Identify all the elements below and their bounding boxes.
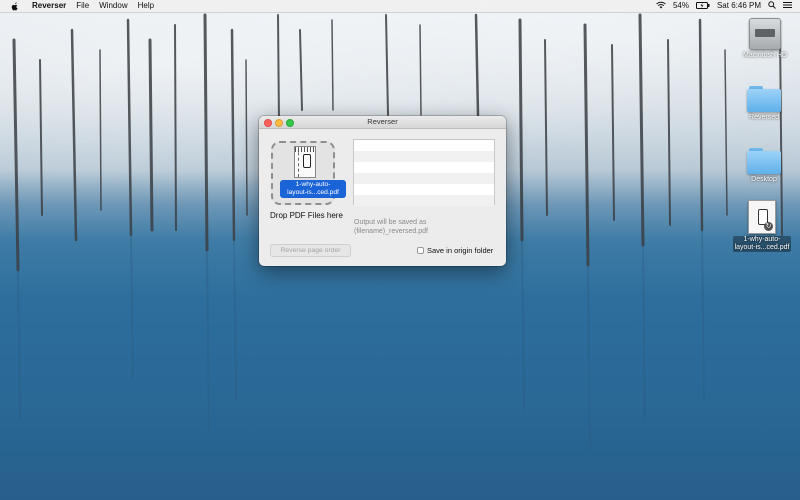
apple-logo-icon[interactable] — [10, 1, 20, 11]
save-in-origin-checkbox[interactable] — [417, 247, 424, 254]
search-icon[interactable] — [768, 1, 776, 11]
folder-icon — [747, 148, 781, 174]
save-in-origin-option[interactable]: Save in origin folder — [417, 246, 493, 255]
pdf-document-icon — [294, 146, 316, 178]
hard-drive-icon — [749, 18, 781, 50]
desktop-icon-macintosh-hd[interactable]: Macintosh HD — [740, 18, 790, 60]
output-note-line1: Output will be saved as — [354, 219, 427, 226]
battery-charging-icon[interactable] — [695, 1, 710, 11]
list-icon[interactable] — [783, 1, 792, 11]
drop-caption: Drop PDF Files here — [270, 211, 343, 220]
list-row[interactable] — [354, 151, 494, 162]
reverser-window: Reverser 1-why-auto- layout-is...ced.pdf… — [259, 116, 506, 266]
window-titlebar[interactable]: Reverser — [259, 116, 506, 129]
output-note-line2: (filename)_reversed.pdf — [354, 228, 428, 235]
output-note: Output will be saved as (filename)_rever… — [354, 218, 428, 236]
desktop-icon-desktop-folder[interactable]: Desktop — [744, 148, 784, 184]
list-row[interactable] — [354, 195, 494, 206]
pdf-dropzone[interactable]: 1-why-auto- layout-is...ced.pdf — [271, 141, 346, 205]
menu-status-area: 54% Sat 6:46 PM — [656, 0, 792, 12]
save-in-origin-label: Save in origin folder — [427, 246, 494, 255]
menu-help[interactable]: Help — [138, 0, 154, 12]
window-title: Reverser — [367, 117, 398, 126]
pdf-file-icon: ↻ — [748, 200, 776, 234]
desktop-icon-label: 1-why-auto- layout-is...ced.pdf — [732, 236, 792, 252]
menu-bar: Reverser File Window Help 54% Sat 6:46 P… — [0, 0, 800, 13]
clock[interactable]: Sat 6:46 PM — [717, 0, 761, 12]
menu-file[interactable]: File — [76, 0, 89, 12]
battery-percent[interactable]: 54% — [673, 0, 689, 12]
desktop-icon-label: Desktop — [751, 176, 777, 183]
reverse-page-order-button[interactable]: Reverse page order — [270, 244, 351, 257]
dropped-file-label: 1-why-auto- layout-is...ced.pdf — [280, 180, 346, 198]
menu-app-name[interactable]: Reverser — [32, 0, 66, 12]
menu-window[interactable]: Window — [99, 0, 127, 12]
desktop-icon-label: Macintosh HD — [743, 52, 787, 59]
desktop-icon-pdf-file[interactable]: ↻ 1-why-auto- layout-is...ced.pdf — [728, 200, 796, 252]
wifi-icon[interactable] — [656, 1, 666, 11]
folder-icon — [747, 86, 781, 112]
list-row[interactable] — [354, 173, 494, 184]
list-row[interactable] — [354, 140, 494, 151]
output-file-list[interactable] — [353, 139, 495, 206]
list-row[interactable] — [354, 184, 494, 195]
desktop-icon-reversed-folder[interactable]: Reversed — [744, 86, 784, 122]
desktop-icon-label: Reversed — [749, 114, 779, 121]
list-row[interactable] — [354, 162, 494, 173]
